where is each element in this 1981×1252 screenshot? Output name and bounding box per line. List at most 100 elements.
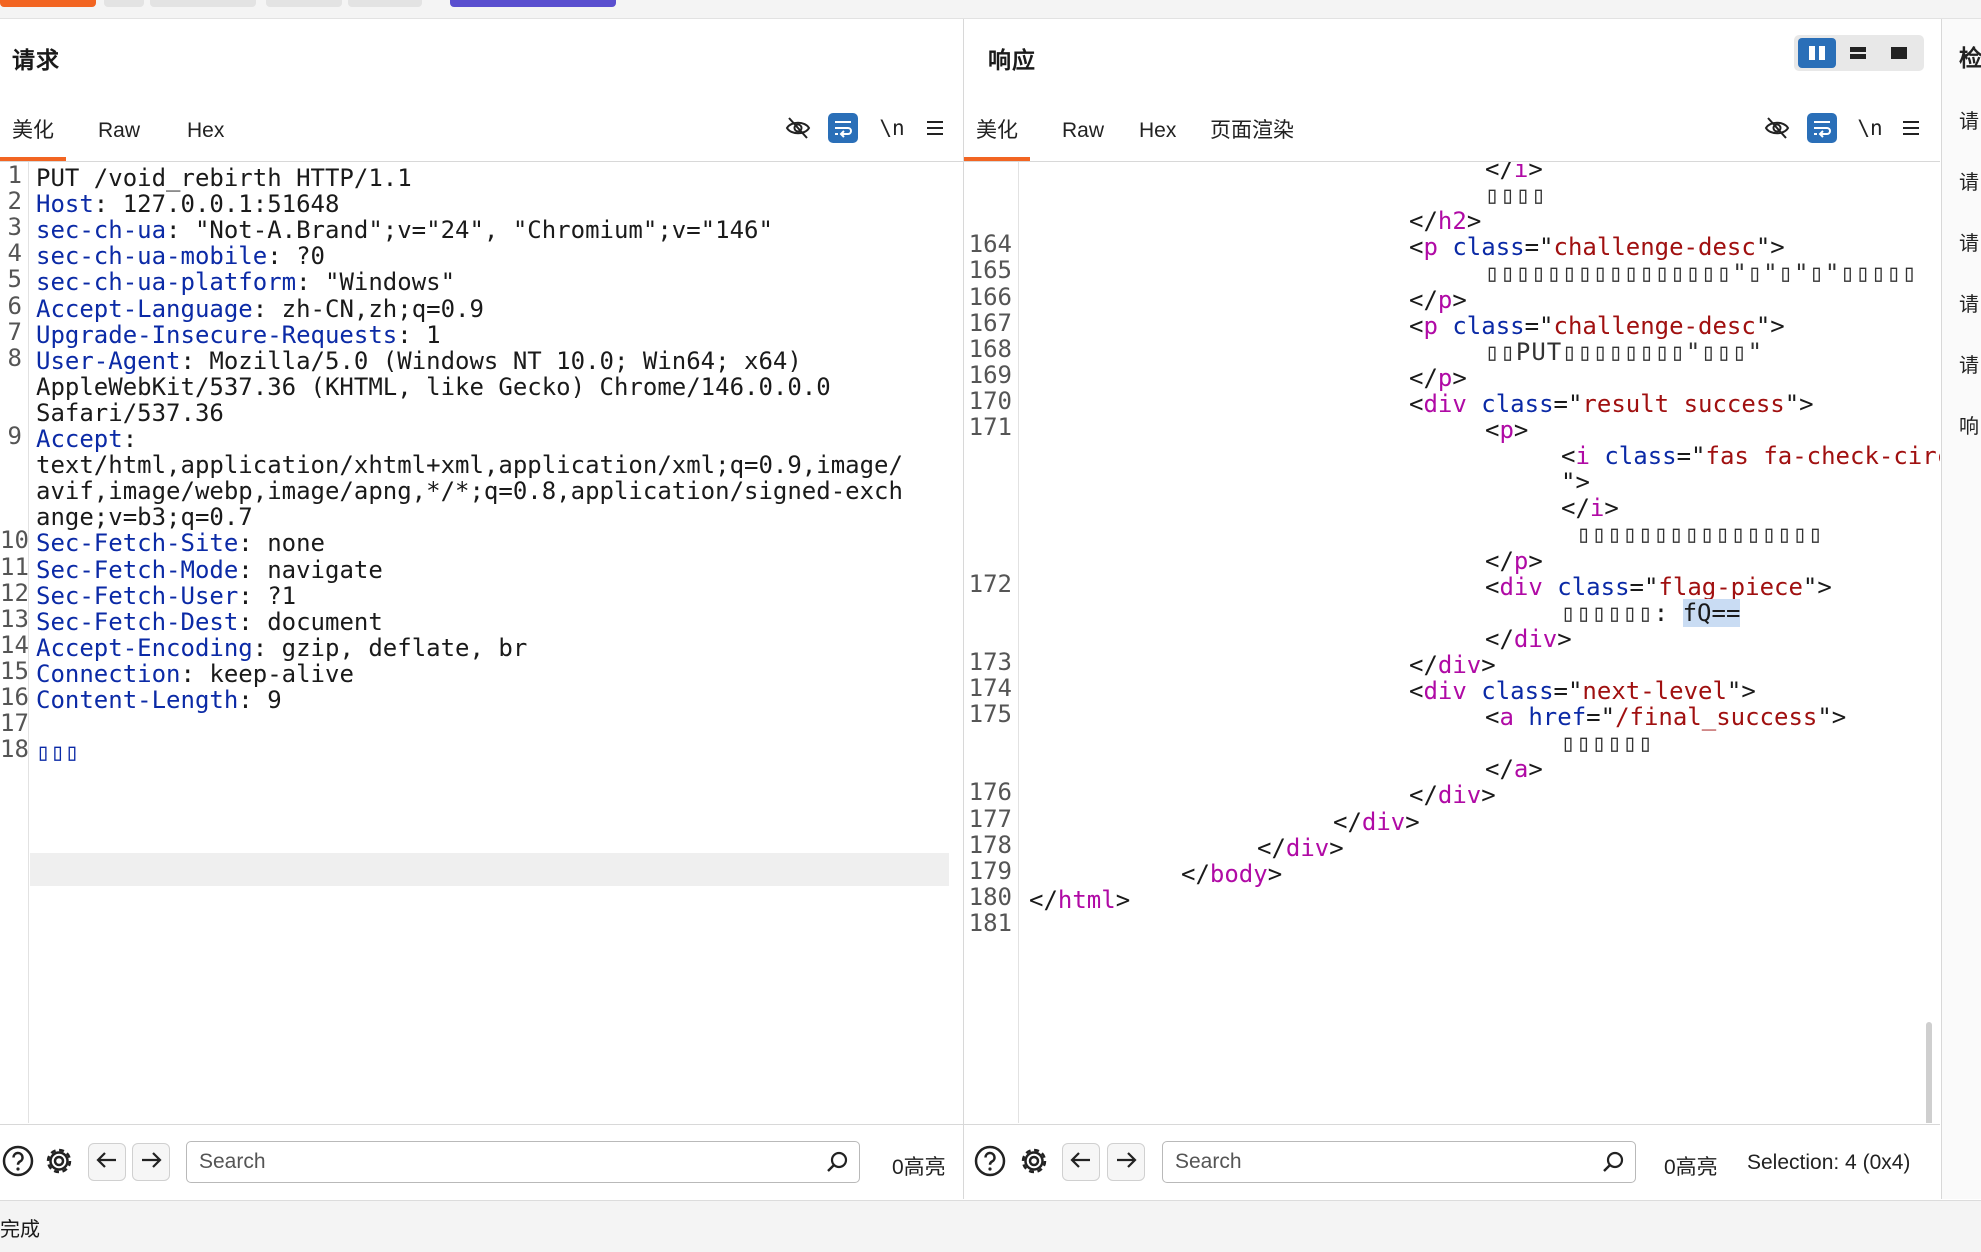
request-tab-raw[interactable]: Raw — [86, 99, 152, 159]
line-number: 176 — [968, 778, 1012, 807]
newline-icon[interactable]: \n — [877, 113, 907, 143]
hamburger-icon[interactable] — [920, 113, 950, 143]
next-match-button[interactable] — [1107, 1143, 1145, 1181]
code-token: > — [1481, 781, 1496, 810]
code-token: p — [1423, 233, 1438, 262]
request-pane: 请求 美化 Raw Hex \n 1 PUT /void_rebirth HTTP… — [0, 19, 964, 1199]
response-search-input[interactable] — [1173, 1146, 1577, 1178]
code-token: ▯▯▯ — [36, 738, 80, 767]
code-line: </div> — [1485, 623, 1572, 656]
inspector-panel: 检 请 请 请 请 请 响 — [1941, 19, 1981, 1199]
line-number: 9 — [7, 422, 22, 450]
split-horizontal-button[interactable] — [1798, 38, 1836, 68]
code-token: > — [1267, 859, 1283, 888]
line-number: 3 — [7, 213, 22, 242]
previous-match-button[interactable] — [1062, 1143, 1100, 1181]
single-view-button[interactable] — [1880, 38, 1918, 68]
eye-slash-icon[interactable] — [783, 113, 813, 143]
inspector-item[interactable]: 请 — [1959, 105, 1981, 134]
response-tab-hex[interactable]: Hex — [1127, 99, 1188, 159]
inspector-item[interactable]: 请 — [1959, 288, 1981, 317]
line-number: 170 — [968, 386, 1012, 415]
code-token: body — [1209, 859, 1268, 888]
magnifier-icon[interactable] — [823, 1148, 851, 1176]
code-token: : — [1653, 598, 1683, 627]
previous-match-button[interactable] — [88, 1143, 126, 1181]
line-number: 11 — [0, 552, 29, 581]
code-token: < — [1485, 416, 1500, 444]
toolbar-stub-primary[interactable] — [0, 0, 96, 7]
response-scrollbar[interactable] — [1926, 1022, 1932, 1123]
code-line: <p> — [1485, 414, 1528, 447]
inspector-item[interactable]: 请 — [1959, 349, 1981, 378]
inspector-title: 检 — [1959, 45, 1981, 71]
code-token: p — [1499, 416, 1514, 444]
code-token: </ — [1029, 885, 1058, 914]
line-number: 178 — [968, 830, 1012, 859]
code-token: div — [1285, 833, 1330, 862]
code-token: ▯▯▯▯▯▯▯▯▯▯▯▯▯▯▯▯ — [1561, 520, 1824, 549]
code-token: < — [1485, 572, 1500, 601]
response-tab-raw[interactable]: Raw — [1050, 99, 1116, 159]
toolbar-stub[interactable] — [104, 0, 144, 7]
toolbar-stub[interactable] — [348, 0, 422, 7]
line-number: 166 — [968, 282, 1012, 311]
code-token: a — [1513, 755, 1529, 784]
inspector-item[interactable]: 请 — [1959, 227, 1981, 256]
code-line: </body> — [1181, 858, 1282, 891]
response-tab-pretty[interactable]: 美化 — [964, 99, 1030, 161]
inspector-item[interactable]: 请 — [1959, 166, 1981, 195]
arrow-right-icon — [1115, 1151, 1137, 1174]
request-editor[interactable]: 1 PUT /void_rebirth HTTP/1.1 2 Host: 127.0.… — [0, 162, 963, 1123]
code-token: ▯▯▯▯▯▯ — [1561, 598, 1654, 627]
request-tab-pretty[interactable]: 美化 — [0, 99, 66, 161]
line-number: 181 — [968, 908, 1012, 937]
response-title: 响应 — [988, 47, 1036, 73]
newline-icon[interactable]: \n — [1855, 113, 1885, 143]
request-highlight-count: 0高亮 — [892, 1156, 946, 1179]
line-number: 175 — [968, 700, 1012, 729]
line-number: 171 — [968, 413, 1012, 441]
hamburger-icon[interactable] — [1896, 113, 1926, 143]
toolbar-stub-action[interactable] — [450, 0, 616, 7]
code-line: ▯▯▯▯▯▯: fQ== — [1561, 597, 1741, 630]
response-editor[interactable]: </i> ▯▯▯▯ </h2> 164 <p class="challenge-desc… — [964, 162, 1940, 1123]
line-number: 8 — [7, 343, 22, 372]
response-tabbar: 美化 Raw Hex 页面渲染 — [964, 99, 1940, 162]
wrap-icon[interactable] — [1807, 113, 1837, 143]
layout-toggle — [1794, 35, 1924, 71]
help-icon[interactable] — [0, 1143, 36, 1179]
toolbar-stub[interactable] — [150, 0, 256, 7]
next-match-button[interactable] — [132, 1143, 170, 1181]
help-icon[interactable] — [972, 1143, 1008, 1179]
request-tab-hex[interactable]: Hex — [175, 99, 236, 159]
code-token: < — [1409, 311, 1424, 340]
code-token: ▯▯▯▯▯▯ — [1561, 729, 1654, 758]
code-token: div — [1423, 389, 1467, 418]
arrow-left-icon — [96, 1151, 118, 1174]
gear-icon[interactable] — [1016, 1143, 1052, 1179]
response-tab-render[interactable]: 页面渲染 — [1198, 99, 1306, 159]
toolbar-stub[interactable] — [266, 0, 342, 7]
line-number: 177 — [968, 804, 1012, 833]
inspector-item[interactable]: 响 — [1959, 410, 1981, 439]
line-number: 2 — [7, 187, 22, 216]
code-line: <a href="/final_success"> — [1485, 701, 1846, 734]
code-line: ▯▯▯▯▯▯▯▯▯▯▯▯▯▯▯▯"▯"▯"▯"▯▯▯▯▯ — [1485, 257, 1918, 290]
code-token: class — [1604, 442, 1677, 471]
line-number: 4 — [7, 239, 22, 268]
line-number: 15 — [0, 656, 29, 685]
request-search-input[interactable] — [197, 1146, 801, 1178]
eye-slash-icon[interactable] — [1762, 113, 1792, 143]
magnifier-icon[interactable] — [1599, 1148, 1627, 1176]
code-token: =" — [1676, 442, 1706, 471]
split-vertical-button[interactable] — [1839, 38, 1877, 68]
wrap-icon[interactable] — [828, 113, 858, 143]
gear-icon[interactable] — [41, 1143, 77, 1179]
line-number: 10 — [0, 526, 29, 555]
code-line: </div> — [1409, 779, 1496, 812]
code-line: ▯▯▯▯▯▯ — [1561, 727, 1654, 760]
